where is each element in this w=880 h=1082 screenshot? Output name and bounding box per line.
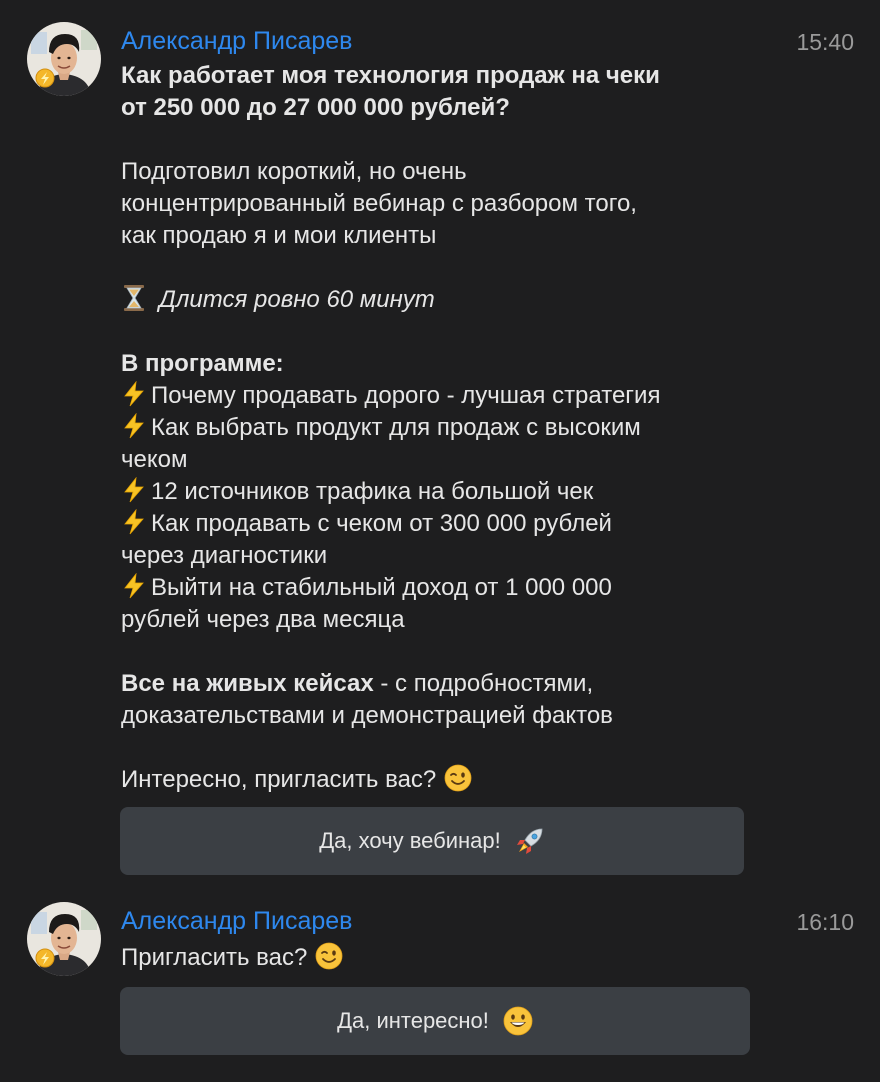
interested-button-label: Да, интересно! — [337, 1008, 489, 1033]
high-voltage-emoji-icon — [121, 509, 147, 535]
grinning-face-emoji-icon — [503, 1006, 533, 1036]
message-text: Как работает моя технология продаж на че… — [121, 60, 761, 796]
high-voltage-emoji-icon — [121, 477, 147, 503]
message-title-line-2: от 250 000 до 27 000 000 рублей? — [121, 94, 510, 121]
program-item-continuation: через диагностики — [121, 542, 328, 569]
want-webinar-button-label: Да, хочу вебинар! — [319, 828, 501, 853]
author-name[interactable]: Александр Писарев — [121, 906, 352, 936]
hourglass-emoji-icon — [121, 284, 147, 312]
avatar-photo-icon — [27, 902, 101, 976]
program-item: Как продавать с чеком от 300 000 рублей — [121, 508, 761, 540]
intro-line-2: концентрированный вебинар с разбором тог… — [121, 190, 637, 217]
rocket-emoji-icon — [515, 826, 545, 856]
avatar[interactable] — [27, 22, 101, 96]
question-text: Пригласить вас? — [121, 944, 308, 971]
duration-line: Длится ровно 60 минут — [121, 284, 761, 316]
high-voltage-emoji-icon — [121, 381, 147, 407]
winking-face-emoji-icon — [315, 942, 343, 970]
avatar[interactable] — [27, 902, 101, 976]
cases-rest: - с подробностями, — [373, 670, 594, 697]
author-name[interactable]: Александр Писарев — [121, 26, 352, 56]
question-line: Интересно, пригласить вас? — [121, 764, 761, 796]
message-text: Пригласить вас? — [121, 942, 761, 974]
program-item: Выйти на стабильный доход от 1 000 000 — [121, 572, 761, 604]
question-line: Пригласить вас? — [121, 942, 761, 974]
program-item: Почему продавать дорого - лучшая стратег… — [121, 380, 761, 412]
program-heading: В программе: — [121, 350, 284, 377]
winking-face-emoji-icon — [444, 764, 472, 792]
intro-line-3: как продаю я и мои клиенты — [121, 222, 437, 249]
intro-line-1: Подготовил короткий, но очень — [121, 158, 467, 185]
duration-text: Длится ровно 60 минут — [159, 286, 435, 313]
question-text: Интересно, пригласить вас? — [121, 766, 437, 793]
program-item: 12 источников трафика на большой чек — [121, 476, 761, 508]
want-webinar-button[interactable]: Да, хочу вебинар! — [120, 807, 744, 875]
program-item: Как выбрать продукт для продаж с высоким — [121, 412, 761, 444]
program-item-continuation: чеком — [121, 446, 188, 473]
message-title-line-1: Как работает моя технология продаж на че… — [121, 62, 660, 89]
message-time: 15:40 — [796, 29, 854, 55]
high-voltage-emoji-icon — [121, 573, 147, 599]
message-time: 16:10 — [796, 909, 854, 935]
cases-line-2: доказательствами и демонстрацией фактов — [121, 702, 613, 729]
cases-bold: Все на живых кейсах — [121, 670, 374, 697]
interested-button[interactable]: Да, интересно! — [120, 987, 750, 1055]
avatar-photo-icon — [27, 22, 101, 96]
high-voltage-emoji-icon — [121, 413, 147, 439]
program-item-continuation: рублей через два месяца — [121, 606, 405, 633]
cases-line-1: Все на живых кейсах - с подробностями, — [121, 668, 761, 700]
